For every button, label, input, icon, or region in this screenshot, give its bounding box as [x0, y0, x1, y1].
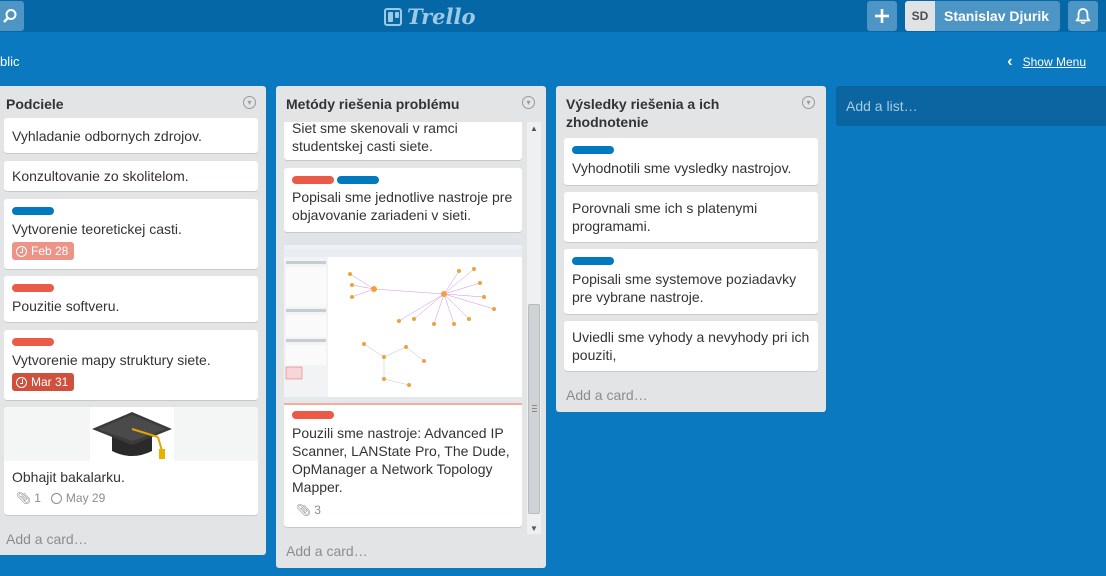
- due-date-badge: Feb 28: [12, 242, 75, 260]
- card-title: Konzultovanie zo skolitelom.: [12, 168, 189, 184]
- card-title: Pouzitie softveru.: [12, 298, 120, 314]
- due-date-badge: Mar 31: [12, 373, 75, 391]
- card-cover: [284, 239, 522, 403]
- card-title: Vytvorenie mapy struktury siete.: [12, 352, 211, 368]
- clock-icon: [16, 245, 27, 257]
- bell-icon: [1075, 8, 1091, 25]
- card-title: Siet sme skenovali v ramci studentskej c…: [292, 122, 458, 154]
- show-menu-link[interactable]: ‹ Show Menu: [1007, 53, 1086, 71]
- attachment-count: 1: [34, 491, 41, 505]
- card-title: Obhajit bakalarku.: [12, 469, 125, 485]
- list-card[interactable]: Obhajit bakalarku. 📎︎ 1 May 29: [4, 407, 258, 515]
- card-title: Pouzili sme nastroje: Advanced IP Scanne…: [292, 425, 510, 495]
- due-date-badge: May 29: [50, 491, 106, 505]
- list-card[interactable]: Siet sme skenovali v ramci studentskej c…: [284, 122, 522, 160]
- user-name: Stanislav Djurik: [944, 8, 1050, 24]
- list-card[interactable]: Pouzitie softveru.: [4, 276, 258, 322]
- paperclip-icon: 📎︎: [16, 491, 32, 505]
- list-metody: Metódy riešenia problému ▾ Siet sme sken…: [276, 86, 546, 568]
- list-title[interactable]: Podciele: [6, 95, 64, 113]
- list-scrollbar[interactable]: ▲ ▼: [527, 122, 541, 534]
- list-card[interactable]: Vytvorenie mapy struktury siete. Mar 31: [4, 330, 258, 400]
- card-title: Vyhodnotili sme vysledky nastrojov.: [572, 160, 792, 176]
- cover-divider: [284, 403, 522, 405]
- list-cards-scroll-area: Siet sme skenovali v ramci studentskej c…: [276, 122, 546, 534]
- card-title: Vytvorenie teoretickej casti.: [12, 221, 182, 237]
- list-card[interactable]: Vyhodnotili sme vysledky nastrojov.: [564, 138, 818, 185]
- network-topology-screenshot: [284, 239, 522, 403]
- list-menu-icon[interactable]: ▾: [802, 96, 815, 109]
- card-label-blue: [572, 257, 614, 265]
- due-date: May 29: [65, 491, 106, 505]
- card-label-blue: [12, 207, 54, 215]
- chevron-left-icon: ‹: [1007, 53, 1013, 70]
- attachment-count: 3: [314, 503, 321, 517]
- list-title[interactable]: Výsledky riešenia a ich zhodnotenie: [566, 95, 766, 131]
- list-card[interactable]: Vyhladanie odbornych zdrojov.: [4, 118, 258, 153]
- list-card[interactable]: Konzultovanie zo skolitelom.: [4, 161, 258, 191]
- board-title[interactable]: blic: [0, 54, 20, 69]
- list-podciele: Podciele ▾ Vyhladanie odbornych zdrojov.…: [0, 86, 266, 555]
- card-cover: [4, 407, 258, 461]
- card-title: Uviedli sme vyhody a nevyhody pri ich po…: [572, 329, 810, 363]
- add-card-link[interactable]: Add a card…: [6, 531, 88, 547]
- add-list-button[interactable]: Add a list…: [836, 86, 1106, 126]
- card-label-red: [12, 338, 54, 346]
- clock-icon: [50, 492, 62, 504]
- user-menu-button[interactable]: SD Stanislav Djurik: [905, 1, 1060, 31]
- card-label-red: [292, 176, 334, 184]
- logo-text: Trello: [407, 4, 476, 29]
- card-title: Porovnali sme ich s platenymi programami…: [572, 200, 758, 234]
- list-menu-icon[interactable]: ▾: [243, 96, 256, 109]
- attachment-badge: 📎︎ 1: [16, 491, 41, 505]
- card-badges: 📎︎ 3: [296, 503, 331, 517]
- list-card[interactable]: Pouzili sme nastroje: Advanced IP Scanne…: [284, 239, 522, 527]
- notifications-button[interactable]: [1068, 1, 1098, 31]
- add-card-link[interactable]: Add a card…: [286, 543, 368, 559]
- list-card[interactable]: Popisali sme systemove poziadavky pre vy…: [564, 249, 818, 314]
- scroll-up-icon[interactable]: ▲: [527, 122, 541, 134]
- scroll-down-icon[interactable]: ▼: [527, 522, 541, 534]
- avatar: SD: [905, 1, 935, 31]
- list-card[interactable]: Uviedli sme vyhody a nevyhody pri ich po…: [564, 321, 818, 371]
- search-icon: [3, 9, 17, 23]
- scroll-thumb[interactable]: [528, 304, 540, 514]
- graduation-cap-image: [90, 407, 174, 461]
- list-card[interactable]: Popisali sme jednotlive nastroje pre obj…: [284, 168, 522, 232]
- card-label-blue: [337, 176, 379, 184]
- list-menu-icon[interactable]: ▾: [522, 96, 535, 109]
- card-label-blue: [572, 146, 614, 154]
- add-card-link[interactable]: Add a card…: [566, 387, 648, 403]
- card-title: Popisali sme systemove poziadavky pre vy…: [572, 271, 797, 305]
- card-title: Popisali sme jednotlive nastroje pre obj…: [292, 189, 513, 223]
- trello-logo-icon: [384, 7, 402, 26]
- attachment-badge: 📎︎ 3: [296, 503, 321, 517]
- list-card[interactable]: Vytvorenie teoretickej casti. Feb 28: [4, 199, 258, 269]
- card-label-red: [292, 411, 334, 419]
- plus-icon: [875, 9, 889, 23]
- add-button[interactable]: [867, 1, 897, 31]
- clock-icon: [16, 376, 27, 388]
- top-header: Trello SD Stanislav Djurik: [0, 0, 1106, 32]
- show-menu-label: Show Menu: [1022, 55, 1086, 69]
- list-vysledky: Výsledky riešenia a ich zhodnotenie ▾ Vy…: [556, 86, 826, 412]
- list-title[interactable]: Metódy riešenia problému: [286, 95, 459, 113]
- card-title: Vyhladanie odbornych zdrojov.: [12, 128, 202, 144]
- card-label-red: [12, 284, 54, 292]
- paperclip-icon: 📎︎: [296, 503, 312, 517]
- trello-logo[interactable]: Trello: [384, 4, 476, 29]
- list-card[interactable]: Porovnali sme ich s platenymi programami…: [564, 192, 818, 242]
- card-badges: 📎︎ 1 May 29: [16, 491, 115, 505]
- due-date: Mar 31: [31, 375, 69, 389]
- search-button[interactable]: [0, 1, 24, 31]
- due-date: Feb 28: [31, 244, 69, 258]
